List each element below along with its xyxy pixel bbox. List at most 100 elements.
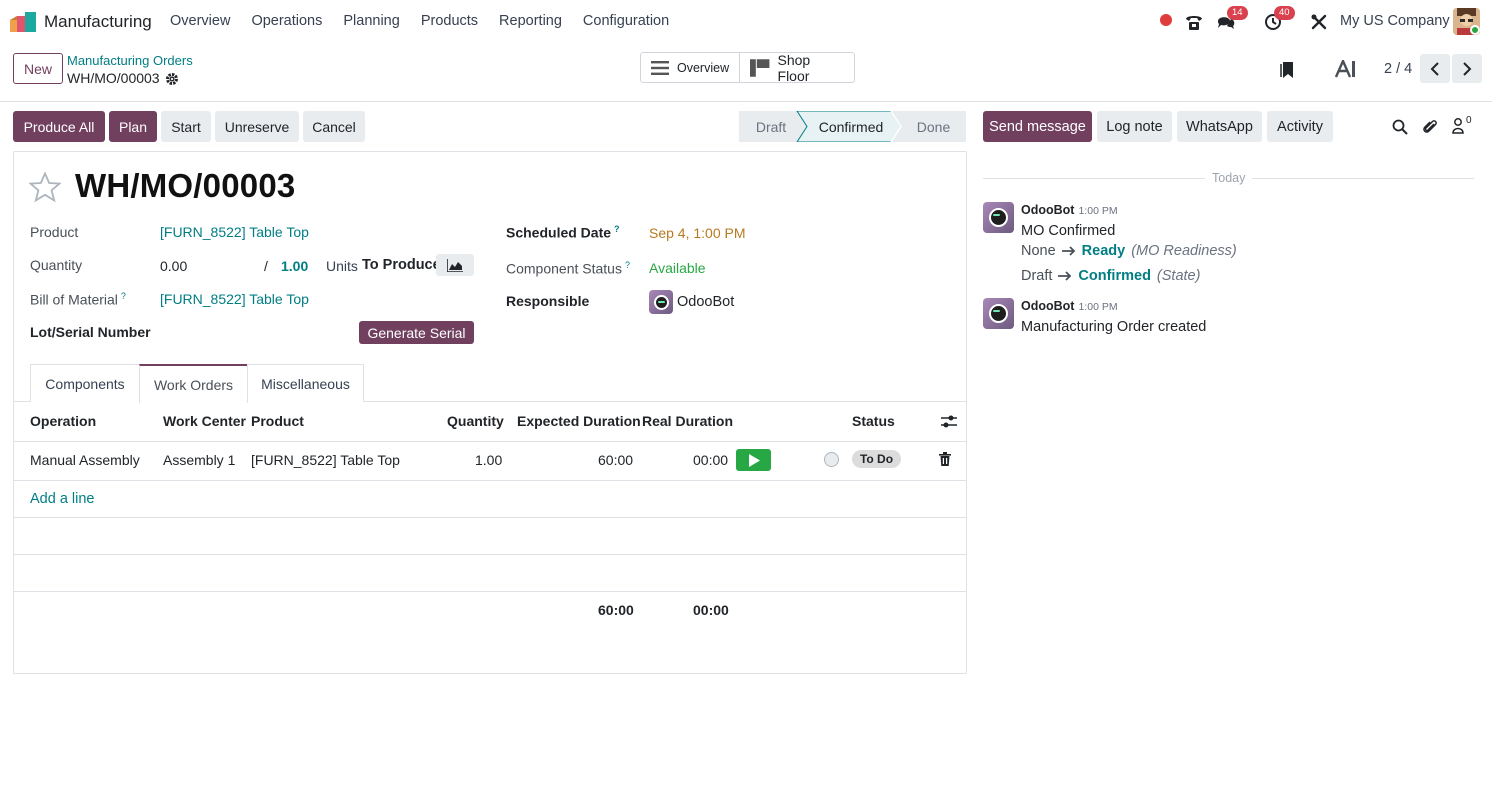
optional-columns-toggle-icon[interactable] — [941, 414, 957, 432]
quantity-total-field[interactable]: 1.00 — [281, 258, 308, 274]
cancel-button[interactable]: Cancel — [303, 111, 365, 142]
column-quantity[interactable]: Quantity — [447, 413, 504, 429]
table-header-divider — [14, 441, 966, 442]
app-name[interactable]: Manufacturing — [44, 12, 152, 32]
recording-indicator-icon[interactable] — [1160, 14, 1172, 26]
row-divider — [14, 480, 966, 481]
send-message-button[interactable]: Send message — [983, 111, 1092, 142]
quantity-separator: / — [264, 258, 268, 274]
shop-floor-label: Shop Floor — [777, 51, 811, 84]
component-status-help-mark[interactable]: ? — [625, 260, 630, 270]
responsible-field[interactable]: OdooBot — [649, 290, 734, 314]
workorder-state-radio[interactable] — [824, 452, 839, 467]
tab-components[interactable]: Components — [30, 364, 140, 402]
arrow-right-icon — [1061, 246, 1075, 256]
tab-miscellaneous[interactable]: Miscellaneous — [247, 364, 364, 402]
column-status[interactable]: Status — [852, 413, 895, 429]
forecast-report-button[interactable] — [436, 254, 474, 276]
online-status-icon — [1470, 25, 1480, 35]
trash-icon[interactable] — [939, 452, 951, 469]
message-author-avatar[interactable] — [983, 298, 1014, 329]
column-product[interactable]: Product — [251, 413, 304, 429]
column-expected-duration[interactable]: Expected Duration — [517, 413, 641, 429]
main-menu: Overview Operations Planning Products Re… — [170, 13, 690, 29]
message-author[interactable]: OdooBot 1:00 PM — [1021, 299, 1118, 313]
shop-floor-button[interactable]: Shop Floor — [739, 51, 854, 84]
user-lock-icon — [1452, 118, 1464, 134]
ai-icon[interactable] — [1334, 58, 1357, 81]
row-operation: Manual Assembly — [30, 452, 140, 468]
tab-work-orders[interactable]: Work Orders — [139, 364, 248, 403]
menu-configuration[interactable]: Configuration — [583, 13, 669, 29]
menu-reporting[interactable]: Reporting — [499, 13, 562, 29]
message-time: 1:00 PM — [1078, 301, 1118, 313]
scheduled-date-label: Scheduled Date? — [506, 224, 620, 241]
produce-all-button[interactable]: Produce All — [13, 111, 105, 142]
paperclip-icon[interactable] — [1422, 118, 1438, 139]
uom-field[interactable]: Units — [326, 258, 358, 274]
generate-serial-button[interactable]: Generate Serial — [359, 321, 474, 344]
breadcrumb-manufacturing-orders[interactable]: Manufacturing Orders — [67, 53, 193, 68]
bom-field[interactable]: [FURN_8522] Table Top — [160, 291, 309, 307]
start-button[interactable]: Start — [161, 111, 211, 142]
row-expected-duration: 60:00 — [598, 452, 634, 468]
message-author[interactable]: OdooBot 1:00 PM — [1021, 203, 1118, 217]
unreserve-button[interactable]: Unreserve — [215, 111, 299, 142]
column-work-center[interactable]: Work Center — [163, 413, 246, 429]
total-real-duration: 00:00 — [693, 602, 729, 618]
phone-icon[interactable] — [1183, 11, 1205, 33]
message-author-avatar[interactable] — [983, 202, 1014, 233]
product-field[interactable]: [FURN_8522] Table Top — [160, 224, 309, 240]
column-real-duration[interactable]: Real Duration — [642, 413, 733, 429]
status-badge: To Do — [852, 450, 901, 468]
scheduled-help-mark[interactable]: ? — [614, 224, 620, 234]
status-stages: Draft Confirmed Done — [739, 111, 966, 142]
messages-icon[interactable]: 14 — [1215, 6, 1248, 33]
plan-button[interactable]: Plan — [109, 111, 157, 142]
row-product: [FURN_8522] Table Top — [251, 452, 400, 468]
menu-overview[interactable]: Overview — [170, 13, 230, 29]
message-body: MO Confirmed — [1021, 223, 1116, 239]
menu-operations[interactable]: Operations — [251, 13, 322, 29]
manufacturing-app-icon[interactable] — [10, 12, 36, 32]
menu-planning[interactable]: Planning — [343, 13, 399, 29]
totals-divider — [14, 591, 966, 592]
activities-clock-icon[interactable]: 40 — [1262, 6, 1295, 33]
pager-previous-button[interactable] — [1420, 54, 1450, 83]
quantity-produced-field[interactable]: 0.00 — [160, 258, 187, 274]
component-status-label: Component Status? — [506, 260, 630, 277]
stage-confirmed[interactable]: Confirmed — [805, 111, 897, 142]
star-icon[interactable] — [28, 171, 62, 205]
search-icon[interactable] — [1392, 119, 1408, 138]
company-switcher[interactable]: My US Company — [1340, 13, 1450, 29]
activity-button[interactable]: Activity — [1267, 111, 1333, 142]
stage-draft[interactable]: Draft — [739, 111, 803, 142]
arrow-right-icon — [1058, 271, 1072, 281]
message-time: 1:00 PM — [1078, 205, 1118, 217]
whatsapp-button[interactable]: WhatsApp — [1177, 111, 1262, 142]
pager-value[interactable]: 2 / 4 — [1384, 61, 1412, 77]
control-panel: New Manufacturing Orders WH/MO/00003 Ove… — [0, 44, 1492, 102]
stage-done[interactable]: Done — [901, 111, 966, 142]
column-operation[interactable]: Operation — [30, 413, 96, 429]
log-note-button[interactable]: Log note — [1097, 111, 1172, 142]
to-produce-label: To Produce — [362, 257, 441, 273]
tracking-value: None Ready (MO Readiness) — [1021, 243, 1237, 259]
followers-button[interactable]: 0 — [1452, 115, 1472, 134]
menu-products[interactable]: Products — [421, 13, 478, 29]
bom-help-mark[interactable]: ? — [121, 291, 126, 301]
activities-badge: 40 — [1274, 6, 1295, 20]
pager-next-button[interactable] — [1452, 54, 1482, 83]
breadcrumb-current: WH/MO/00003 — [67, 70, 160, 86]
add-line-link[interactable]: Add a line — [30, 491, 95, 507]
debug-tools-icon[interactable] — [1308, 11, 1330, 33]
start-workorder-button[interactable] — [736, 449, 771, 471]
new-button[interactable]: New — [13, 53, 63, 84]
bookmark-icon[interactable] — [1280, 61, 1296, 82]
list-icon — [651, 60, 669, 75]
overview-button[interactable]: Overview — [641, 53, 739, 82]
scheduled-date-field[interactable]: Sep 4, 1:00 PM — [649, 225, 746, 241]
component-status-field: Available — [649, 260, 706, 276]
gear-icon[interactable] — [165, 72, 179, 89]
notebook-tabs: Components Work Orders Miscellaneous — [14, 364, 966, 403]
